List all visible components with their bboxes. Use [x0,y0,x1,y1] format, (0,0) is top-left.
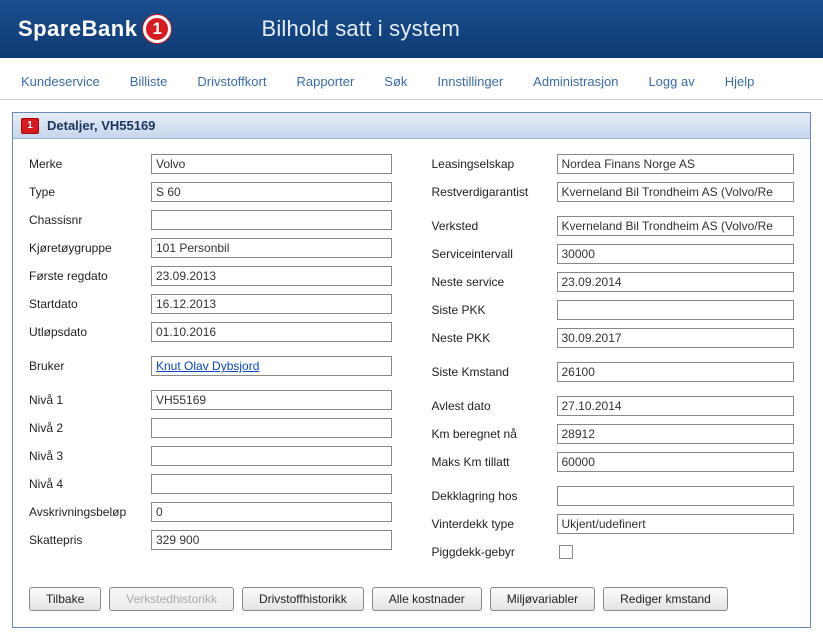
niva4-field[interactable] [151,474,392,494]
drivstoffhistorikk-button[interactable]: Drivstoffhistorikk [242,587,364,611]
bruker-link[interactable]: Knut Olav Dybsjord [151,356,392,376]
siste-kmstand-field[interactable]: 26100 [557,362,795,382]
merke-label: Merke [29,157,151,171]
maks-km-tillatt-field[interactable]: 60000 [557,452,795,472]
km-beregnet-na-label: Km beregnet nå [432,427,557,441]
piggdekk-gebyr-label: Piggdekk-gebyr [432,545,557,559]
niva1-field[interactable]: VH55169 [151,390,392,410]
niva3-label: Nivå 3 [29,449,151,463]
startdato-field[interactable]: 16.12.2013 [151,294,392,314]
vinterdekk-type-label: Vinterdekk type [432,517,557,531]
avskrivningsbelop-label: Avskrivningsbeløp [29,505,151,519]
nav-sok[interactable]: Søk [369,64,422,99]
niva4-label: Nivå 4 [29,477,151,491]
verksted-label: Verksted [432,219,557,233]
details-panel: 1 Detaljer, VH55169 Merke Volvo Type S 6… [12,112,811,628]
nav-rapporter[interactable]: Rapporter [281,64,369,99]
restverdigarantist-field[interactable]: Kverneland Bil Trondheim AS (Volvo/Re [557,182,795,202]
avskrivningsbelop-field[interactable]: 0 [151,502,392,522]
forste-regdato-label: Første regdato [29,269,151,283]
forste-regdato-field[interactable]: 23.09.2013 [151,266,392,286]
nav-hjelp[interactable]: Hjelp [710,64,770,99]
neste-service-field[interactable]: 23.09.2014 [557,272,795,292]
siste-pkk-label: Siste PKK [432,303,557,317]
chassisnr-field[interactable] [151,210,392,230]
panel-logo-icon: 1 [21,118,39,134]
right-column: Leasingselskap Nordea Finans Norge AS Re… [432,153,795,569]
nav-logg-av[interactable]: Logg av [633,64,709,99]
main-navbar: Kundeservice Billiste Drivstoffkort Rapp… [0,64,823,100]
avlest-dato-label: Avlest dato [432,399,557,413]
niva2-label: Nivå 2 [29,421,151,435]
skattepris-field[interactable]: 329 900 [151,530,392,550]
type-label: Type [29,185,151,199]
niva2-field[interactable] [151,418,392,438]
startdato-label: Startdato [29,297,151,311]
utlopsdato-label: Utløpsdato [29,325,151,339]
nav-innstillinger[interactable]: Innstillinger [422,64,518,99]
panel-title: Detaljer, VH55169 [47,118,155,133]
alle-kostnader-button[interactable]: Alle kostnader [372,587,482,611]
bruker-label: Bruker [29,359,151,373]
leasingselskap-label: Leasingselskap [432,157,557,171]
page-title: Bilhold satt i system [261,16,460,42]
piggdekk-gebyr-checkbox[interactable] [559,545,573,559]
merke-field[interactable]: Volvo [151,154,392,174]
brand-logo-icon: 1 [143,15,171,43]
leasingselskap-field[interactable]: Nordea Finans Norge AS [557,154,795,174]
serviceintervall-field[interactable]: 30000 [557,244,795,264]
nav-kundeservice[interactable]: Kundeservice [6,64,115,99]
niva3-field[interactable] [151,446,392,466]
maks-km-tillatt-label: Maks Km tillatt [432,455,557,469]
rediger-kmstand-button[interactable]: Rediger kmstand [603,587,728,611]
nav-billiste[interactable]: Billiste [115,64,183,99]
brand-text: SpareBank [18,16,137,42]
neste-service-label: Neste service [432,275,557,289]
type-field[interactable]: S 60 [151,182,392,202]
chassisnr-label: Chassisnr [29,213,151,227]
tilbake-button[interactable]: Tilbake [29,587,101,611]
verkstedhistorikk-button: Verkstedhistorikk [109,587,234,611]
neste-pkk-label: Neste PKK [432,331,557,345]
neste-pkk-field[interactable]: 30.09.2017 [557,328,795,348]
skattepris-label: Skattepris [29,533,151,547]
restverdigarantist-label: Restverdigarantist [432,185,557,199]
niva1-label: Nivå 1 [29,393,151,407]
nav-drivstoffkort[interactable]: Drivstoffkort [182,64,281,99]
button-row: Tilbake Verkstedhistorikk Drivstoffhisto… [29,587,794,611]
vinterdekk-type-field[interactable]: Ukjent/udefinert [557,514,795,534]
serviceintervall-label: Serviceintervall [432,247,557,261]
verksted-field[interactable]: Kverneland Bil Trondheim AS (Volvo/Re [557,216,795,236]
kjoretoygruppe-field[interactable]: 101 Personbil [151,238,392,258]
avlest-dato-field[interactable]: 27.10.2014 [557,396,795,416]
miljovariabler-button[interactable]: Miljøvariabler [490,587,595,611]
left-column: Merke Volvo Type S 60 Chassisnr Kjøretøy… [29,153,392,569]
utlopsdato-field[interactable]: 01.10.2016 [151,322,392,342]
siste-pkk-field[interactable] [557,300,795,320]
panel-header: 1 Detaljer, VH55169 [13,113,810,139]
nav-administrasjon[interactable]: Administrasjon [518,64,633,99]
km-beregnet-na-field[interactable]: 28912 [557,424,795,444]
dekklagring-hos-label: Dekklagring hos [432,489,557,503]
app-header: SpareBank 1 Bilhold satt i system [0,0,823,58]
brand: SpareBank 1 [18,15,171,43]
dekklagring-hos-field[interactable] [557,486,795,506]
siste-kmstand-label: Siste Kmstand [432,365,557,379]
kjoretoygruppe-label: Kjøretøygruppe [29,241,151,255]
